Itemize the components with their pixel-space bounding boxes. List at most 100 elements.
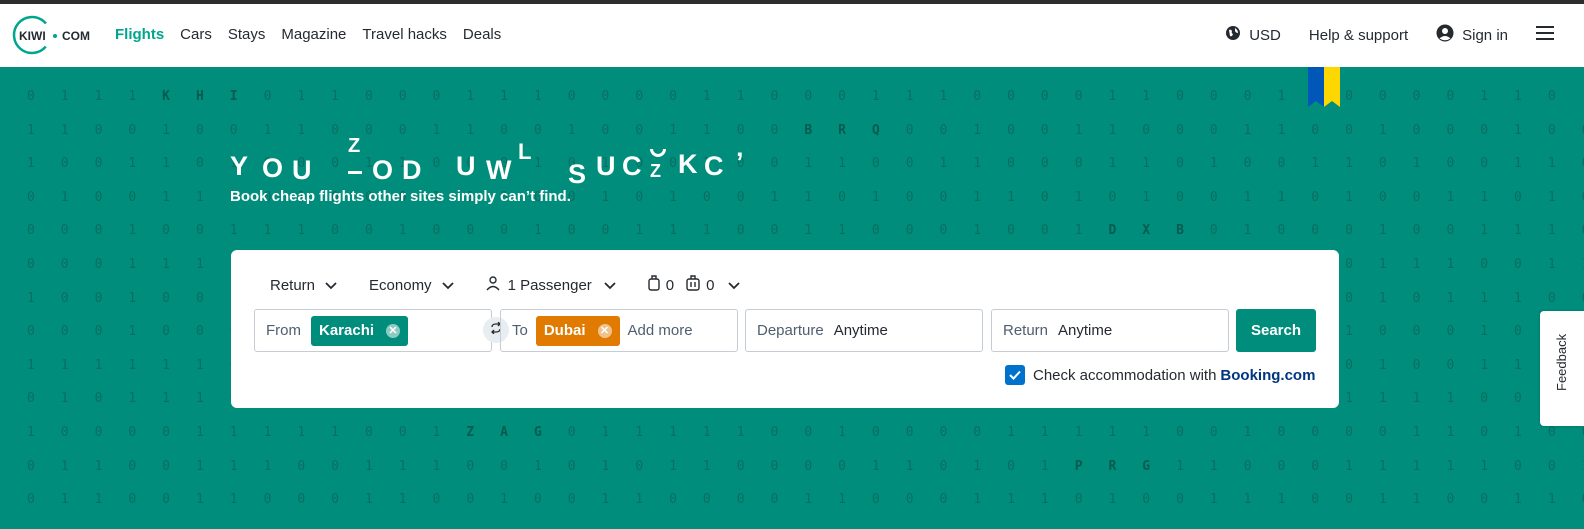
cabin-bag-select[interactable]: 0: [648, 275, 674, 295]
binary-row: 0110011000110010011000011000111010011100…: [14, 492, 1584, 507]
binary-glyph: 1: [669, 458, 677, 474]
binary-glyph: 1: [1345, 156, 1353, 172]
binary-glyph: 0: [94, 223, 103, 239]
binary-glyph: 0: [162, 290, 170, 306]
passengers-select[interactable]: 1 Passenger: [486, 275, 616, 295]
binary-glyph: D: [1108, 223, 1117, 239]
return-field[interactable]: Return Anytime: [991, 309, 1229, 352]
binary-glyph: 0: [162, 425, 170, 440]
binary-glyph: 0: [770, 89, 779, 104]
binary-glyph: 1: [533, 458, 542, 474]
binary-glyph: 1: [702, 89, 711, 104]
binary-glyph: 0: [1412, 89, 1421, 104]
binary-glyph: X: [1142, 223, 1151, 239]
currency-selector[interactable]: USD: [1225, 25, 1281, 45]
hero-headline: Y O U Z O D U W L S U C Z K C ’: [230, 135, 790, 189]
binary-glyph: 0: [26, 257, 35, 272]
trip-type-select[interactable]: Return: [270, 277, 337, 294]
binary-glyph: 0: [1378, 189, 1387, 205]
binary-glyph: 1: [500, 492, 508, 508]
binary-glyph: 0: [1345, 122, 1353, 138]
feedback-tab[interactable]: Feedback: [1540, 311, 1584, 426]
binary-glyph: 0: [601, 223, 610, 239]
binary-glyph: 0: [195, 324, 204, 340]
binary-glyph: 0: [1569, 223, 1584, 238]
checked-bag-select[interactable]: 0: [686, 275, 741, 295]
sign-in-button[interactable]: Sign in: [1436, 24, 1508, 46]
binary-glyph: 0: [635, 122, 644, 138]
binary-glyph: 1: [973, 223, 982, 239]
cabin-class-select[interactable]: Economy: [369, 277, 454, 294]
nav-stays[interactable]: Stays: [228, 26, 266, 43]
binary-glyph: 1: [195, 458, 204, 474]
binary-glyph: 1: [60, 89, 69, 104]
binary-glyph: 1: [1446, 257, 1455, 272]
binary-glyph: 0: [1311, 223, 1320, 239]
binary-row: 00010011100100010011100110001001DXB01000…: [14, 223, 1584, 238]
binary-glyph: 1: [500, 89, 508, 104]
binary-glyph: 1: [162, 156, 170, 172]
binary-glyph: 1: [1412, 425, 1421, 440]
binary-glyph: 1: [466, 89, 475, 104]
binary-glyph: 0: [973, 425, 982, 440]
binary-glyph: 0: [128, 492, 137, 508]
binary-row: 1000011111001ZAG011111001000011111001000…: [14, 425, 1584, 440]
binary-glyph: 0: [297, 492, 306, 508]
to-field[interactable]: To Dubai ✕ Add more: [500, 309, 738, 352]
binary-glyph: 0: [1311, 189, 1320, 205]
nav-cars[interactable]: Cars: [180, 26, 212, 43]
binary-glyph: 1: [1176, 458, 1184, 474]
binary-glyph: 0: [432, 223, 441, 239]
add-more-placeholder: Add more: [627, 322, 693, 339]
remove-from-icon[interactable]: ✕: [386, 323, 401, 338]
nav-travel-hacks[interactable]: Travel hacks: [362, 26, 446, 43]
main-nav: Flights Cars Stays Magazine Travel hacks…: [115, 26, 501, 43]
nav-magazine[interactable]: Magazine: [281, 26, 346, 43]
binary-glyph: 1: [905, 458, 914, 474]
hero-subline: Book cheap flights other sites simply ca…: [230, 188, 571, 205]
hamburger-icon: [1536, 26, 1554, 44]
binary-glyph: 0: [1209, 425, 1218, 440]
binary-glyph: 0: [905, 189, 914, 205]
binary-glyph: 0: [1277, 425, 1286, 440]
binary-glyph: 1: [1040, 492, 1049, 508]
from-field[interactable]: From Karachi ✕: [254, 309, 492, 352]
binary-glyph: 1: [804, 189, 813, 205]
accommodation-checkbox[interactable]: [1005, 365, 1025, 385]
binary-glyph: 0: [128, 122, 137, 138]
binary-glyph: 1: [398, 223, 407, 239]
headline-letter: U: [292, 155, 320, 185]
binary-glyph: 1: [838, 156, 846, 172]
nav-flights[interactable]: Flights: [115, 26, 164, 43]
nav-deals[interactable]: Deals: [463, 26, 501, 43]
binary-glyph: 1: [1243, 425, 1252, 440]
menu-button[interactable]: [1536, 26, 1554, 44]
binary-glyph: 1: [1547, 223, 1556, 239]
binary-glyph: 1: [939, 156, 948, 172]
kiwi-logo[interactable]: KIWI COM: [12, 15, 96, 55]
booking-com-link[interactable]: Booking.com: [1220, 367, 1315, 384]
help-support-link[interactable]: Help & support: [1309, 27, 1408, 44]
remove-to-icon[interactable]: ✕: [597, 323, 612, 338]
binary-glyph: 1: [60, 122, 69, 138]
binary-glyph: 1: [1514, 425, 1522, 440]
binary-glyph: 1: [1378, 290, 1387, 306]
from-chip-label: Karachi: [319, 322, 375, 339]
departure-field[interactable]: Departure Anytime: [745, 309, 983, 352]
binary-glyph: 1: [1446, 458, 1455, 474]
globe-icon: [1225, 25, 1241, 45]
binary-glyph: 1: [1007, 425, 1015, 440]
binary-glyph: 0: [1480, 425, 1489, 440]
to-chip: Dubai ✕: [535, 315, 620, 346]
binary-glyph: 0: [1480, 492, 1489, 508]
binary-glyph: 0: [94, 257, 103, 272]
search-button[interactable]: Search: [1236, 309, 1316, 352]
binary-glyph: 1: [195, 492, 204, 508]
passengers-value: 1 Passenger: [507, 276, 592, 294]
binary-glyph: B: [1176, 223, 1184, 239]
binary-glyph: 1: [669, 223, 677, 239]
person-icon: [486, 275, 500, 295]
binary-glyph: 0: [736, 122, 745, 138]
binary-glyph: 1: [128, 357, 137, 373]
binary-glyph: 0: [939, 223, 948, 239]
